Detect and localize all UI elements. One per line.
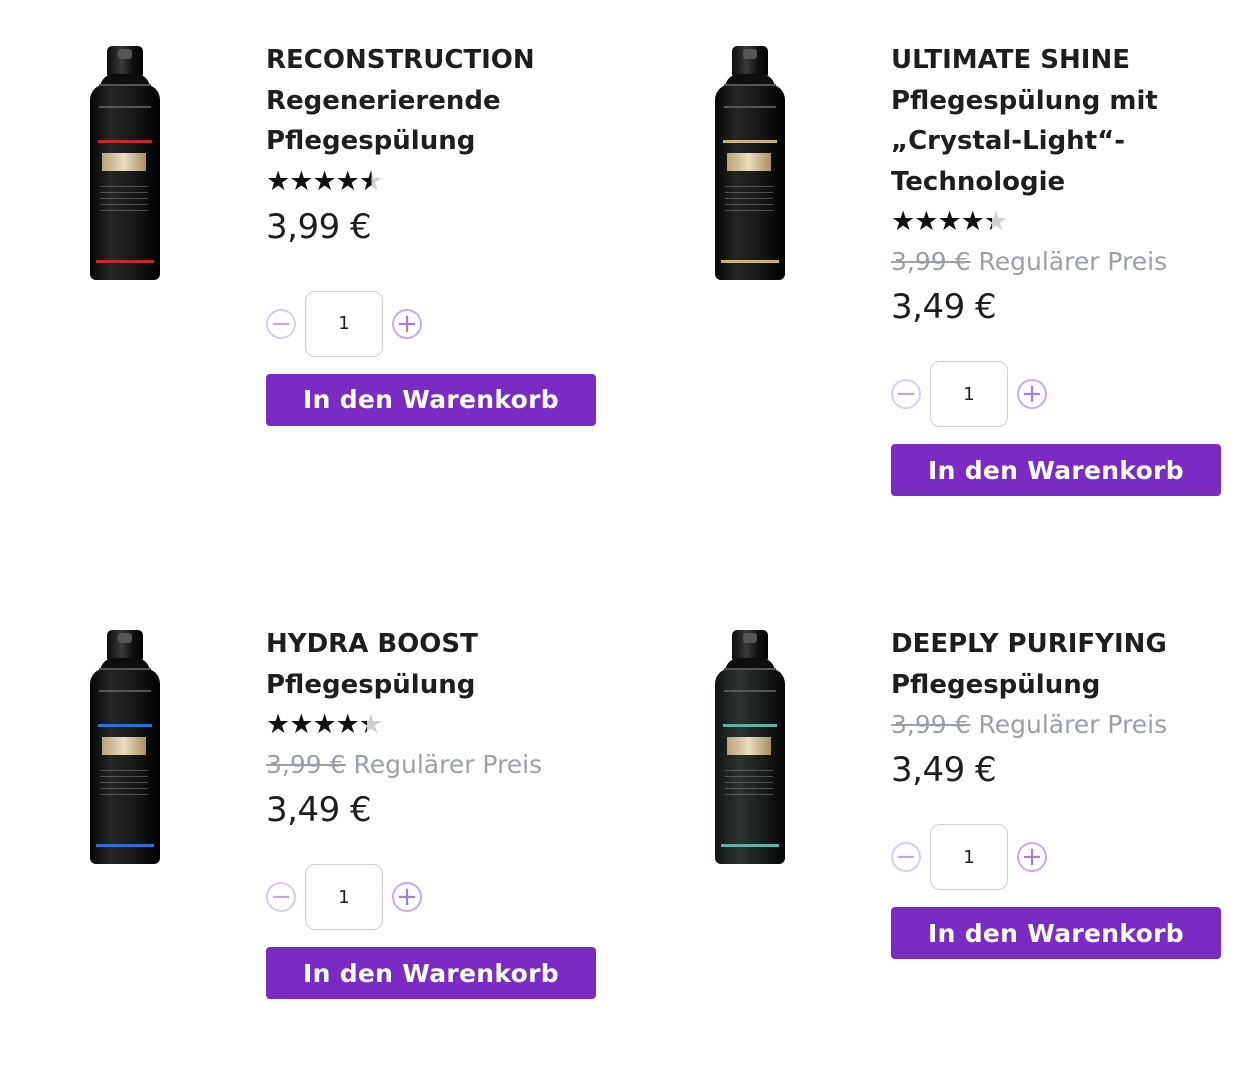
quantity-stepper: − + <box>891 823 1231 891</box>
regular-price-row: 3,99 € Regulärer Preis <box>891 242 1231 282</box>
star-icon: ★ <box>289 165 313 197</box>
product-image[interactable] <box>700 46 800 286</box>
plus-icon[interactable]: + <box>1017 379 1047 409</box>
product-title-line[interactable]: Pflegespülung mit <box>891 81 1231 122</box>
price: 3,49 € <box>891 287 997 327</box>
star-partial-icon: ★ <box>984 202 1008 242</box>
product-title-line[interactable]: Pflegespülung <box>266 665 606 706</box>
star-half-icon: ★ <box>359 162 383 202</box>
product-title-line[interactable]: DEEPLY PURIFYING <box>891 624 1231 665</box>
bottle-image <box>90 630 160 866</box>
product-image[interactable] <box>75 46 175 286</box>
quantity-stepper: − + <box>266 290 606 358</box>
quantity-stepper: − + <box>266 863 606 931</box>
minus-icon[interactable]: − <box>266 882 296 912</box>
star-icon: ★ <box>312 709 336 740</box>
quantity-input[interactable] <box>305 864 383 930</box>
add-to-cart-button[interactable]: In den Warenkorb <box>891 444 1221 496</box>
bottle-image <box>715 630 785 866</box>
rating-stars: ★ ★ ★ ★ ★ <box>266 705 606 745</box>
plus-icon[interactable]: + <box>392 308 422 339</box>
product-title-line[interactable]: „Crystal-Light“- <box>891 121 1231 162</box>
product-title-line[interactable]: Pflegespülung <box>891 665 1231 706</box>
product-info: HYDRA BOOST Pflegespülung ★ ★ ★ ★ ★ 3,99… <box>266 624 606 999</box>
plus-icon[interactable]: + <box>392 882 422 912</box>
rating-stars: ★ ★ ★ ★ ★ <box>266 162 606 202</box>
price: 3,49 € <box>266 790 372 830</box>
regular-price-label: Regulärer Preis <box>978 247 1168 276</box>
product-image[interactable] <box>75 630 175 870</box>
star-icon: ★ <box>266 165 290 197</box>
add-to-cart-button[interactable]: In den Warenkorb <box>266 947 596 999</box>
product-title-line[interactable]: HYDRA BOOST <box>266 624 606 665</box>
regular-price-row: 3,99 € Regulärer Preis <box>891 705 1231 745</box>
star-icon: ★ <box>266 709 290 740</box>
product-title-line[interactable]: ULTIMATE SHINE <box>891 40 1231 81</box>
quantity-stepper: − + <box>891 360 1231 428</box>
bottle-image <box>90 46 160 282</box>
star-icon: ★ <box>960 206 985 237</box>
old-price: 3,99 € <box>891 247 971 276</box>
rating-stars: ★ ★ ★ ★ ★ <box>891 202 1231 242</box>
product-title-line[interactable]: Pflegespülung <box>266 121 606 162</box>
old-price: 3,99 € <box>266 750 346 779</box>
star-icon: ★ <box>335 709 360 740</box>
product-info: ULTIMATE SHINE Pflegespülung mit „Crysta… <box>891 40 1231 496</box>
product-image[interactable] <box>700 630 800 870</box>
bottle-image <box>715 46 785 282</box>
price: 3,99 € <box>266 206 372 247</box>
star-icon: ★ <box>937 206 961 237</box>
star-partial-icon: ★ <box>359 705 383 745</box>
star-icon: ★ <box>914 206 938 237</box>
quantity-input[interactable] <box>930 824 1008 890</box>
add-to-cart-button[interactable]: In den Warenkorb <box>891 907 1221 959</box>
product-grid: RECONSTRUCTION Regenerierende Pflegespül… <box>0 0 1250 1070</box>
product-title-line[interactable]: Regenerierende <box>266 81 606 122</box>
regular-price-row: 3,99 € Regulärer Preis <box>266 745 606 785</box>
star-icon: ★ <box>289 709 313 740</box>
star-icon: ★ <box>312 165 336 197</box>
regular-price-label: Regulärer Preis <box>978 710 1168 739</box>
product-info: DEEPLY PURIFYING Pflegespülung 3,99 € Re… <box>891 624 1231 959</box>
minus-icon[interactable]: − <box>891 842 921 872</box>
star-icon: ★ <box>891 206 915 237</box>
product-title-line[interactable]: Technologie <box>891 162 1231 203</box>
quantity-input[interactable] <box>305 290 383 357</box>
star-icon: ★ <box>335 165 360 197</box>
product-title-line[interactable]: RECONSTRUCTION <box>266 40 606 81</box>
add-to-cart-button[interactable]: In den Warenkorb <box>266 373 596 426</box>
minus-icon[interactable]: − <box>266 308 296 339</box>
minus-icon[interactable]: − <box>891 379 921 409</box>
regular-price-label: Regulärer Preis <box>353 750 543 779</box>
old-price: 3,99 € <box>891 710 971 739</box>
product-info: RECONSTRUCTION Regenerierende Pflegespül… <box>266 40 606 426</box>
plus-icon[interactable]: + <box>1017 842 1047 872</box>
price: 3,49 € <box>891 750 997 790</box>
quantity-input[interactable] <box>930 361 1008 427</box>
